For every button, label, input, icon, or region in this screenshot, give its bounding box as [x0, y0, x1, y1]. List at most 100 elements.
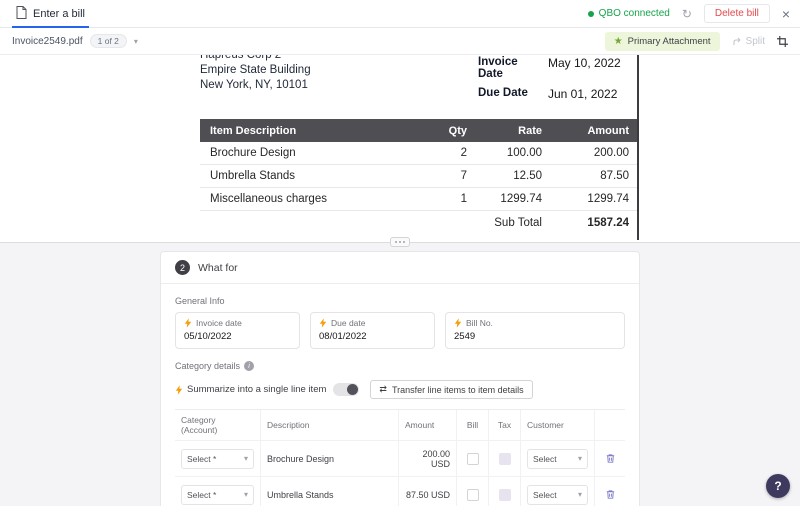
- star-icon: ★: [613, 35, 623, 47]
- field-value: 2549: [454, 331, 476, 342]
- category-select[interactable]: Select * ▾: [181, 448, 254, 469]
- step-badge: 2: [175, 260, 190, 275]
- chevron-down-icon: ▾: [243, 454, 248, 463]
- invoice-address-1: Empire State Building: [200, 64, 311, 76]
- line-description: Brochure Design: [267, 453, 335, 464]
- line-description: Umbrella Stands: [267, 489, 334, 500]
- col-description: Description: [261, 410, 399, 440]
- status-dot: [587, 10, 594, 17]
- category-details-label: Category details: [175, 361, 241, 371]
- invoice-address-2: New York, NY, 10101: [200, 79, 308, 91]
- general-info-fields: Invoice date 05/10/2022 Due date 08/01/2…: [175, 312, 625, 349]
- attachment-toolbar: Invoice2549.pdf 1 of 2 ▾ ★ Primary Attac…: [0, 28, 800, 55]
- table-row: Miscellaneous charges 1 1299.74 1299.74: [200, 188, 637, 211]
- col-amount: Amount: [399, 410, 457, 440]
- info-icon[interactable]: i: [244, 361, 255, 371]
- page-indicator: 1 of 2: [89, 34, 127, 48]
- category-select[interactable]: Select * ▾: [181, 484, 254, 505]
- col-customer: Customer: [521, 410, 595, 440]
- split-button[interactable]: Split: [732, 36, 765, 47]
- invoice-date-label: Invoice Date: [478, 56, 518, 80]
- category-details-row: Category details i: [175, 361, 625, 371]
- field-label: Bill No.: [466, 318, 493, 328]
- split-icon: [732, 37, 740, 45]
- primary-attachment-label: Primary Attachment: [627, 35, 711, 47]
- col-rate: Rate: [518, 124, 542, 137]
- general-info-label: General Info: [175, 296, 225, 306]
- trash-icon[interactable]: [605, 489, 616, 500]
- line-item-row: Select * ▾ Brochure Design 200.00 USD Se…: [175, 441, 625, 477]
- chevron-down-icon: ▾: [577, 454, 582, 463]
- bill-checkbox[interactable]: [466, 452, 479, 465]
- col-actions: [595, 410, 625, 440]
- invoice-dates-block: Invoice Date May 10, 2022 Due Date Jun 0…: [478, 56, 621, 108]
- top-bar: Enter a bill QBO connected ↻ Delete bill…: [0, 0, 800, 28]
- line-items-header: Category (Account) Description Amount Bi…: [175, 410, 625, 441]
- customer-select[interactable]: Select ▾: [527, 448, 588, 469]
- customer-select[interactable]: Select ▾: [527, 484, 588, 505]
- resize-drag-handle[interactable]: [390, 237, 410, 247]
- lightning-icon: [319, 318, 327, 328]
- col-bill: Bill: [457, 410, 489, 440]
- col-category: Category (Account): [175, 410, 261, 440]
- bill-checkbox[interactable]: [466, 488, 479, 501]
- chevron-down-icon: ▾: [577, 490, 582, 499]
- col-item-description: Item Description: [210, 124, 297, 137]
- summarize-row: Summarize into a single line item ⇄ Tran…: [175, 380, 625, 399]
- lightning-icon: [184, 318, 192, 328]
- field-label: Due date: [331, 318, 366, 328]
- trash-icon[interactable]: [605, 453, 616, 464]
- file-name: Invoice2549.pdf: [12, 35, 83, 47]
- invoice-company: Hapreus Corp 2: [200, 55, 282, 61]
- tab-label: Enter a bill: [33, 7, 85, 20]
- pdf-preview-pane: Hapreus Corp 2 Empire State Building New…: [0, 55, 800, 242]
- invoice-date-field[interactable]: Invoice date 05/10/2022: [175, 312, 300, 349]
- file-selector[interactable]: Invoice2549.pdf 1 of 2 ▾: [12, 34, 138, 48]
- close-icon[interactable]: ×: [782, 7, 790, 21]
- line-amount: 200.00 USD: [422, 448, 450, 469]
- what-for-card: 2 What for General Info Invoice date 05/…: [160, 251, 640, 506]
- col-amount: Amount: [587, 124, 629, 137]
- qbo-status-label: QBO connected: [598, 8, 670, 19]
- refresh-icon[interactable]: ↻: [682, 8, 692, 20]
- field-label: Invoice date: [196, 318, 242, 328]
- table-row: Umbrella Stands 7 12.50 87.50: [200, 165, 637, 188]
- transfer-icon: ⇄: [379, 384, 387, 394]
- pdf-page-edge: [637, 55, 639, 240]
- lightning-icon: [175, 384, 183, 395]
- invoice-date-value: May 10, 2022: [548, 56, 621, 70]
- delete-bill-button[interactable]: Delete bill: [703, 4, 770, 23]
- due-date-field[interactable]: Due date 08/01/2022: [310, 312, 435, 349]
- bill-no-field[interactable]: Bill No. 2549: [445, 312, 625, 349]
- chevron-down-icon: ▾: [133, 36, 138, 46]
- table-row: Brochure Design 2 100.00 200.00: [200, 142, 637, 165]
- tax-checkbox: [498, 488, 511, 501]
- line-items-table: Category (Account) Description Amount Bi…: [175, 409, 625, 506]
- primary-attachment-button[interactable]: ★ Primary Attachment: [604, 31, 720, 51]
- help-button[interactable]: ?: [766, 474, 790, 498]
- document-icon: [16, 5, 27, 22]
- split-label: Split: [745, 35, 765, 47]
- subtotal-row: Sub Total 1587.24: [200, 211, 637, 235]
- line-amount: 87.50 USD: [405, 489, 450, 500]
- tab-enter-a-bill[interactable]: Enter a bill: [12, 0, 89, 28]
- card-title: What for: [198, 261, 238, 274]
- subtotal-value: 1587.24: [587, 217, 629, 229]
- tax-checkbox: [498, 452, 511, 465]
- chevron-down-icon: ▾: [243, 490, 248, 499]
- invoice-line-items-table: Item Description Qty Rate Amount Brochur…: [200, 119, 637, 235]
- field-value: 05/10/2022: [184, 331, 232, 342]
- transfer-line-items-button[interactable]: ⇄ Transfer line items to item details: [370, 380, 533, 399]
- due-date-value: Jun 01, 2022: [548, 87, 618, 101]
- invoice-address-block: Hapreus Corp 2 Empire State Building New…: [200, 55, 311, 93]
- field-value: 08/01/2022: [319, 331, 367, 342]
- summarize-label: Summarize into a single line item: [187, 384, 327, 395]
- col-qty: Qty: [448, 124, 467, 137]
- invoice-document: Hapreus Corp 2 Empire State Building New…: [200, 55, 637, 242]
- qbo-status: QBO connected: [587, 8, 670, 19]
- crop-icon[interactable]: [777, 35, 788, 47]
- line-item-row: Select * ▾ Umbrella Stands 87.50 USD Sel…: [175, 477, 625, 506]
- card-header: 2 What for: [161, 252, 639, 284]
- transfer-button-label: Transfer line items to item details: [391, 384, 524, 395]
- summarize-toggle[interactable]: [333, 383, 360, 396]
